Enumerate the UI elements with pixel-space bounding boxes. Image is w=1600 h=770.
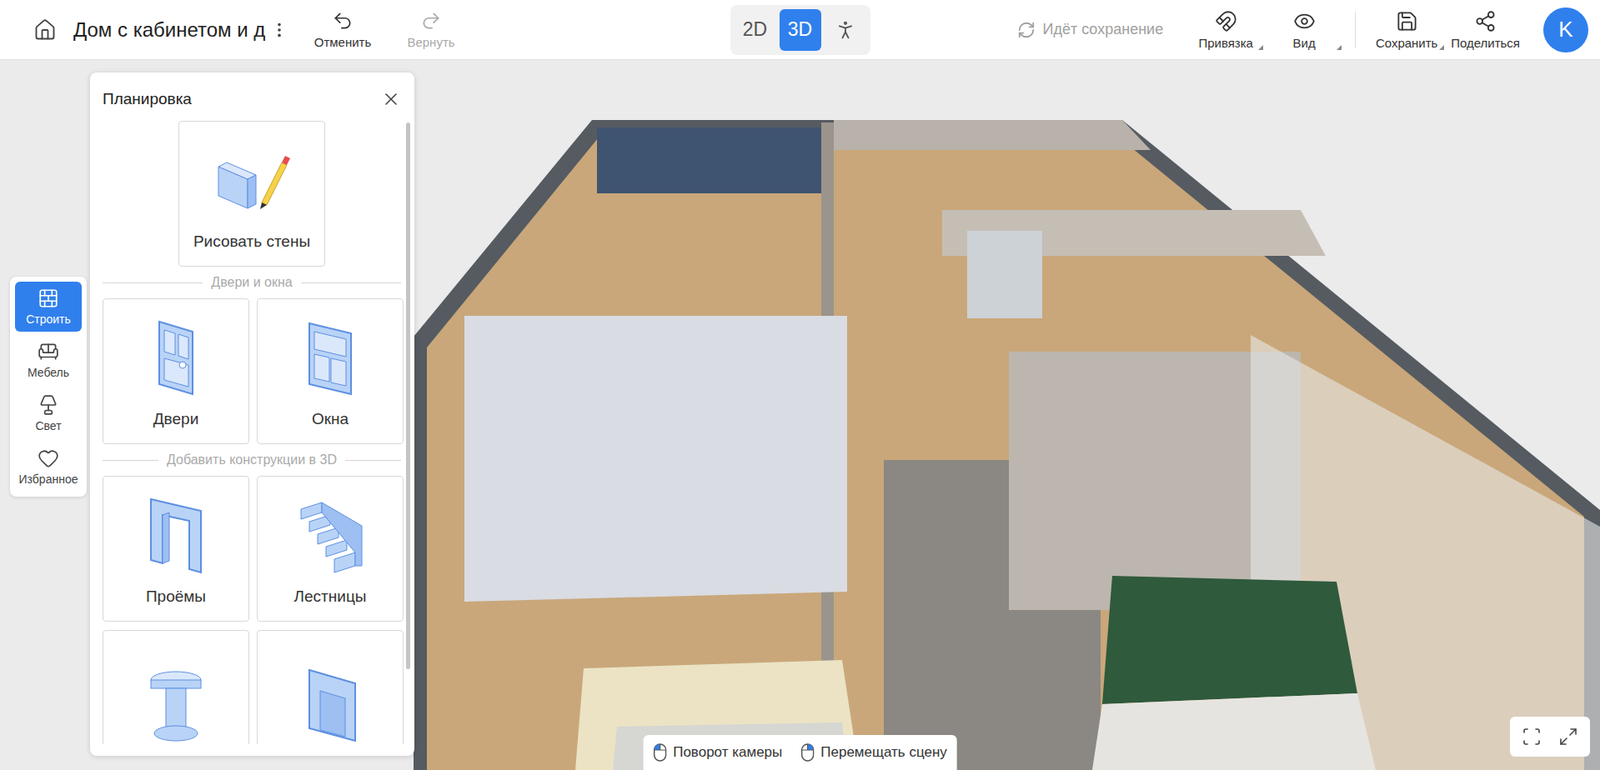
- build-icon: [37, 287, 60, 310]
- sidebar-item[interactable]: Мебель: [15, 335, 82, 386]
- save-icon: [1395, 10, 1419, 33]
- magnet-icon: [1214, 10, 1238, 33]
- mouse-right-button-icon: [800, 743, 814, 763]
- niche-card[interactable]: [256, 630, 404, 745]
- home-icon: [33, 18, 57, 42]
- top-bar: Дом с кабинетом и дОтменитьВернуть2D3DИд…: [0, 0, 1600, 61]
- close-icon: [381, 89, 402, 110]
- column-card[interactable]: [102, 630, 250, 745]
- save-button[interactable]: Сохранить: [1367, 5, 1446, 56]
- section-title: Двери и окна: [102, 275, 402, 291]
- project-title[interactable]: Дом с кабинетом и д: [73, 18, 267, 42]
- undo-button[interactable]: Отменить: [303, 5, 382, 55]
- column-icon: [134, 662, 218, 746]
- redo-button[interactable]: Вернуть: [391, 5, 471, 55]
- window-card[interactable]: Окна: [256, 298, 404, 445]
- fit-view-icon: [1521, 727, 1542, 748]
- mouse-left-button-icon: [652, 743, 667, 763]
- history-group: ОтменитьВернуть: [303, 5, 471, 55]
- top-bar-right: Идёт сохранение ПривязкаВид СохранитьПодел…: [870, 5, 1600, 56]
- view-mode-button[interactable]: 2D: [734, 9, 777, 51]
- eye-icon: [1293, 10, 1316, 33]
- dropdown-corner: [1336, 45, 1342, 51]
- panel-scroll-area[interactable]: Рисовать стены Двери и окна ДвериОкна Добав…: [90, 120, 407, 745]
- draw-walls-card[interactable]: Рисовать стены: [178, 120, 326, 267]
- home-button[interactable]: [30, 15, 61, 46]
- panel-close-button[interactable]: [377, 85, 405, 113]
- dropdown-corner: [1258, 45, 1264, 51]
- fullscreen-icon: [1558, 727, 1579, 748]
- sidebar: СтроитьМебельСветИзбранное: [10, 276, 87, 497]
- card-grid: ДвериОкна: [102, 298, 402, 445]
- mouse-hint: Поворот камеры: [652, 743, 783, 763]
- niche-icon: [288, 662, 372, 746]
- panel-body: Рисовать стены Двери и окна ДвериОкна Добав…: [90, 120, 415, 757]
- favorite-icon: [37, 447, 60, 470]
- mouse-hints: Поворот камеры Перемещать сцену: [642, 735, 958, 770]
- opening-card[interactable]: Проёмы: [102, 476, 250, 622]
- view-controls: [1509, 717, 1590, 758]
- sidebar-item[interactable]: Строить: [15, 281, 82, 332]
- view-mode-button[interactable]: 3D: [779, 9, 822, 51]
- opening-icon: [134, 492, 218, 577]
- primary-row: Рисовать стены: [102, 120, 402, 267]
- redo-icon: [420, 10, 442, 32]
- walls-icon: [210, 137, 294, 221]
- more-icon: [270, 20, 289, 40]
- walk-icon: [833, 18, 858, 42]
- mouse-hint: Перемещать сцену: [800, 743, 948, 763]
- toolbar-separator: [1354, 11, 1356, 49]
- door-icon: [134, 315, 218, 399]
- fit-view-button[interactable]: [1518, 723, 1545, 751]
- scrollbar-thumb[interactable]: [406, 122, 411, 670]
- section-title: Добавить конструкции в 3D: [102, 452, 402, 468]
- save-status: Идёт сохранение: [1017, 20, 1164, 40]
- eye-button[interactable]: Вид: [1264, 5, 1344, 56]
- sidebar-item[interactable]: Свет: [15, 388, 82, 439]
- view-mode-switch: 2D3D: [730, 5, 871, 56]
- share-icon: [1474, 10, 1497, 33]
- app: Дом с кабинетом и дОтменитьВернуть2D3DИд…: [0, 0, 1600, 770]
- panel-header: Планировка: [90, 72, 415, 121]
- sync-icon: [1017, 20, 1036, 40]
- fullscreen-button[interactable]: [1554, 723, 1582, 751]
- furniture-icon: [37, 341, 60, 363]
- project-menu-button[interactable]: [266, 17, 292, 43]
- door-card[interactable]: Двери: [102, 298, 250, 445]
- stairs-icon: [288, 492, 372, 577]
- user-avatar[interactable]: K: [1543, 7, 1589, 53]
- card-grid: ПроёмыЛестницы: [102, 476, 402, 745]
- undo-icon: [331, 10, 354, 32]
- top-bar-left: Дом с кабинетом и д ОтменитьВернуть: [0, 5, 731, 55]
- magnet-button[interactable]: Привязка: [1186, 5, 1265, 56]
- view-mode-button[interactable]: [824, 9, 867, 51]
- window-icon: [288, 315, 372, 399]
- dropdown-corner: [1439, 45, 1445, 51]
- stairs-card[interactable]: Лестницы: [256, 476, 404, 622]
- scrollbar-track: [406, 120, 412, 745]
- sidebar-item[interactable]: Избранное: [15, 441, 82, 492]
- panel-title: Планировка: [102, 90, 192, 109]
- light-icon: [37, 394, 60, 417]
- layout-panel: Планировка Рисовать стены Двери и окна Двер…: [90, 72, 415, 757]
- share-button[interactable]: Поделиться: [1445, 5, 1525, 56]
- workspace: СтроитьМебельСветИзбранное Планировка Рисо…: [0, 60, 1600, 770]
